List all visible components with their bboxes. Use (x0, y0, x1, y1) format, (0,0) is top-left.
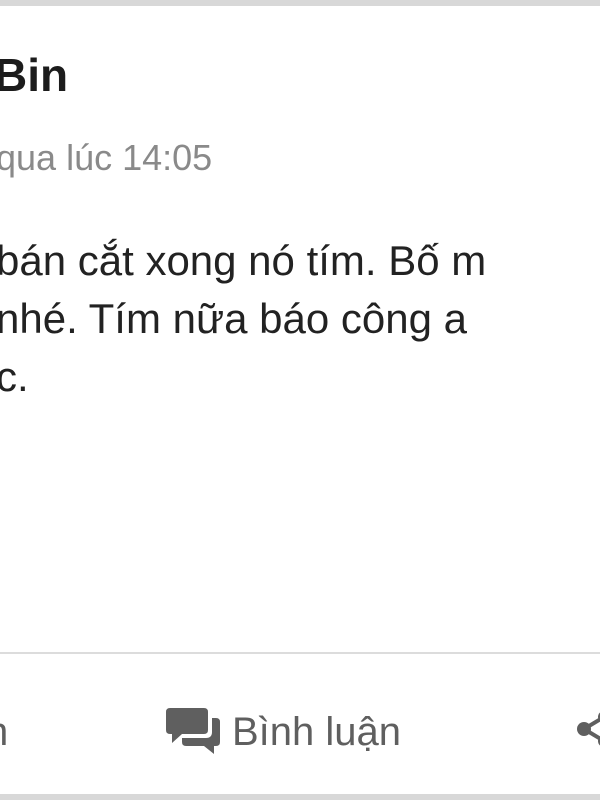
post-author-name[interactable]: Bin (0, 52, 68, 98)
post-body-text: bán cắt xong nó tím. Bố m nhé. Tím nữa b… (0, 232, 600, 406)
comment-button-label: Bình luận (232, 710, 402, 754)
post-timestamp[interactable]: qua lúc 14:05 (0, 140, 212, 176)
comment-button[interactable]: Bình luận (166, 702, 401, 762)
comment-bubbles-icon (166, 706, 220, 759)
card-top-border (0, 0, 600, 6)
like-button-label[interactable]: n (0, 712, 8, 752)
share-icon (574, 712, 600, 753)
post-card: Bin qua lúc 14:05 bán cắt xong nó tím. B… (0, 0, 600, 800)
post-action-bar: n Bình luận (0, 654, 600, 794)
post-body-line: c. (0, 352, 29, 400)
post-body-line: nhé. Tím nữa báo công a (0, 294, 467, 342)
card-bottom-border (0, 794, 600, 800)
post-body-line: bán cắt xong nó tím. Bố m (0, 237, 487, 284)
share-button[interactable] (574, 709, 600, 749)
